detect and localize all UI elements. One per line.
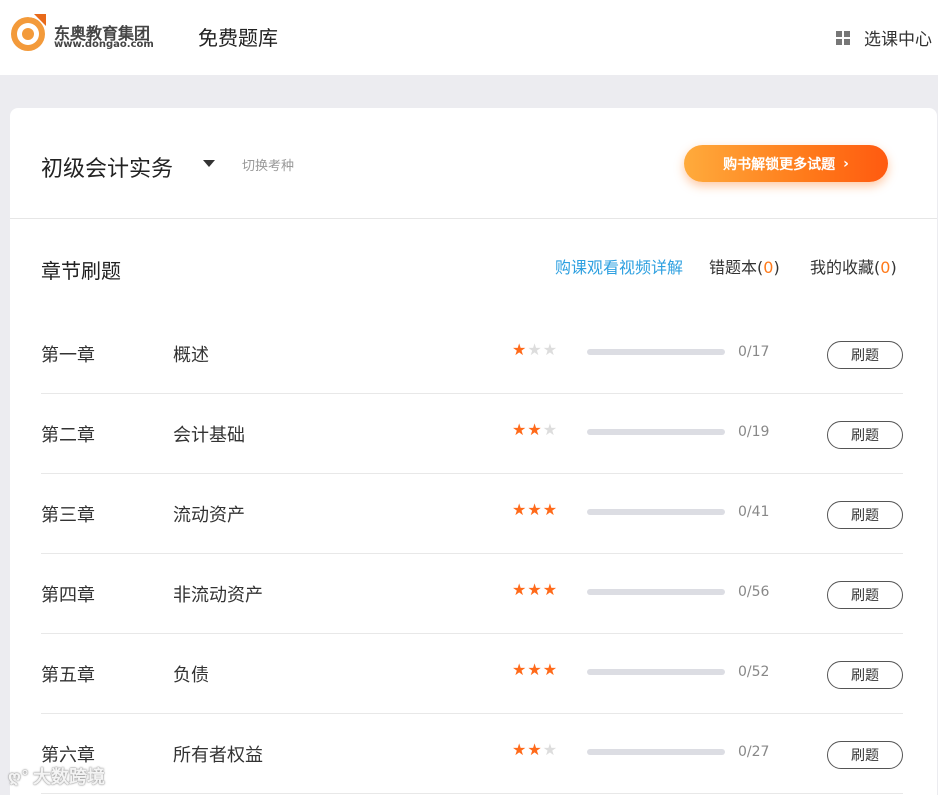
chapter-name: 概述 — [173, 345, 209, 366]
chapter-name: 非流动资产 — [173, 585, 263, 606]
watermark-text: 大数跨境 — [33, 767, 106, 788]
chapter-row: 第一章 概述 ★ ★ ★ 0/17 刷题 — [41, 314, 903, 394]
chapter-name: 流动资产 — [173, 505, 245, 526]
difficulty-stars: ★ ★ ★ — [512, 582, 557, 598]
progress-text: 0/17 — [738, 344, 770, 360]
site-title[interactable]: 免费题库 — [198, 22, 278, 51]
star-icon: ★ — [542, 580, 558, 599]
chapter-row: 第二章 会计基础 ★ ★ ★ 0/19 刷题 — [41, 394, 903, 474]
chapter-number: 第二章 — [41, 425, 95, 446]
chapter-number: 第一章 — [41, 345, 95, 366]
course-center-link[interactable]: 选课中心 — [836, 25, 932, 50]
chapter-name: 负债 — [173, 665, 209, 686]
practice-button[interactable]: 刷题 — [827, 581, 903, 609]
star-icon: ★ — [542, 340, 558, 359]
star-icon: ★ — [512, 740, 527, 759]
chapter-name: 会计基础 — [173, 425, 245, 446]
star-icon: ★ — [512, 420, 527, 439]
star-icon: ★ — [542, 500, 558, 519]
chevron-right-icon: › — [843, 155, 849, 172]
dongao-logo-icon — [11, 14, 46, 51]
course-center-label: 选课中心 — [864, 30, 932, 50]
star-icon: ★ — [512, 340, 527, 359]
favorites-close: ) — [890, 258, 897, 277]
favorites-link[interactable]: 我的收藏(0) — [810, 254, 897, 278]
section-header: 章节刷题 购课观看视频详解 错题本(0) 我的收藏(0) — [10, 219, 937, 311]
subject-bar: 初级会计实务 切换考种 购书解锁更多试题 › — [10, 108, 937, 219]
question-bank-panel: 初级会计实务 切换考种 购书解锁更多试题 › 章节刷题 购课观看视频详解 错题本… — [10, 108, 937, 795]
star-icon: ★ — [542, 740, 558, 759]
star-icon: ★ — [527, 420, 542, 439]
unlock-more-label: 购书解锁更多试题 — [723, 156, 836, 173]
subject-name[interactable]: 初级会计实务 — [41, 151, 173, 183]
practice-button[interactable]: 刷题 — [827, 741, 903, 769]
star-icon: ★ — [527, 740, 542, 759]
practice-button[interactable]: 刷题 — [827, 341, 903, 369]
grid-icon — [836, 30, 850, 45]
favorites-label: 我的收藏( — [810, 258, 881, 277]
top-bar: 东奥教育集团 www.dongao.com 免费题库 选课中心 — [0, 0, 938, 75]
wrong-book-count: 0 — [763, 258, 774, 277]
wrong-book-link[interactable]: 错题本(0) — [709, 254, 780, 278]
wrong-book-label: 错题本( — [709, 258, 764, 277]
progress-bar — [587, 509, 725, 515]
chapter-row: 第五章 负债 ★ ★ ★ 0/52 刷题 — [41, 634, 903, 714]
unlock-more-button[interactable]: 购书解锁更多试题 › — [684, 145, 888, 182]
progress-text: 0/27 — [738, 744, 770, 760]
star-icon: ★ — [527, 580, 542, 599]
logo-url: www.dongao.com — [54, 39, 154, 50]
star-icon: ★ — [527, 660, 542, 679]
progress-text: 0/56 — [738, 584, 770, 600]
practice-button[interactable]: 刷题 — [827, 501, 903, 529]
chapter-name: 所有者权益 — [173, 745, 263, 766]
progress-bar — [587, 749, 725, 755]
chapter-row: 第四章 非流动资产 ★ ★ ★ 0/56 刷题 — [41, 554, 903, 634]
progress-text: 0/19 — [738, 424, 770, 440]
caret-down-icon[interactable] — [203, 160, 215, 167]
switch-exam-link[interactable]: 切换考种 — [242, 155, 294, 174]
practice-button[interactable]: 刷题 — [827, 661, 903, 689]
practice-button[interactable]: 刷题 — [827, 421, 903, 449]
progress-bar — [587, 349, 725, 355]
difficulty-stars: ★ ★ ★ — [512, 422, 557, 438]
progress-text: 0/52 — [738, 664, 770, 680]
star-icon: ★ — [512, 660, 527, 679]
difficulty-stars: ★ ★ ★ — [512, 662, 557, 678]
chapter-row: 第六章 所有者权益 ★ ★ ★ 0/27 刷题 — [41, 714, 903, 794]
logo[interactable]: 东奥教育集团 www.dongao.com — [8, 10, 158, 58]
watermark-icon: ღ° — [8, 766, 30, 786]
progress-text: 0/41 — [738, 504, 770, 520]
chapter-row: 第三章 流动资产 ★ ★ ★ 0/41 刷题 — [41, 474, 903, 554]
star-icon: ★ — [542, 660, 558, 679]
progress-bar — [587, 669, 725, 675]
wrong-book-close: ) — [773, 258, 780, 277]
difficulty-stars: ★ ★ ★ — [512, 742, 557, 758]
difficulty-stars: ★ ★ ★ — [512, 502, 557, 518]
star-icon: ★ — [527, 340, 542, 359]
progress-bar — [587, 589, 725, 595]
section-title: 章节刷题 — [41, 259, 121, 283]
star-icon: ★ — [527, 500, 542, 519]
star-icon: ★ — [512, 500, 527, 519]
star-icon: ★ — [542, 420, 558, 439]
chapter-list: 第一章 概述 ★ ★ ★ 0/17 刷题 第二章 会计基础 ★ ★ ★ 0/19 刷题 … — [41, 314, 903, 794]
favorites-count: 0 — [880, 258, 891, 277]
progress-bar — [587, 429, 725, 435]
chapter-number: 第三章 — [41, 505, 95, 526]
star-icon: ★ — [512, 580, 527, 599]
chapter-number: 第四章 — [41, 585, 95, 606]
chapter-number: 第五章 — [41, 665, 95, 686]
buy-video-link[interactable]: 购课观看视频详解 — [555, 254, 683, 278]
watermark: ღ° 大数跨境 — [8, 763, 105, 789]
difficulty-stars: ★ ★ ★ — [512, 342, 557, 358]
